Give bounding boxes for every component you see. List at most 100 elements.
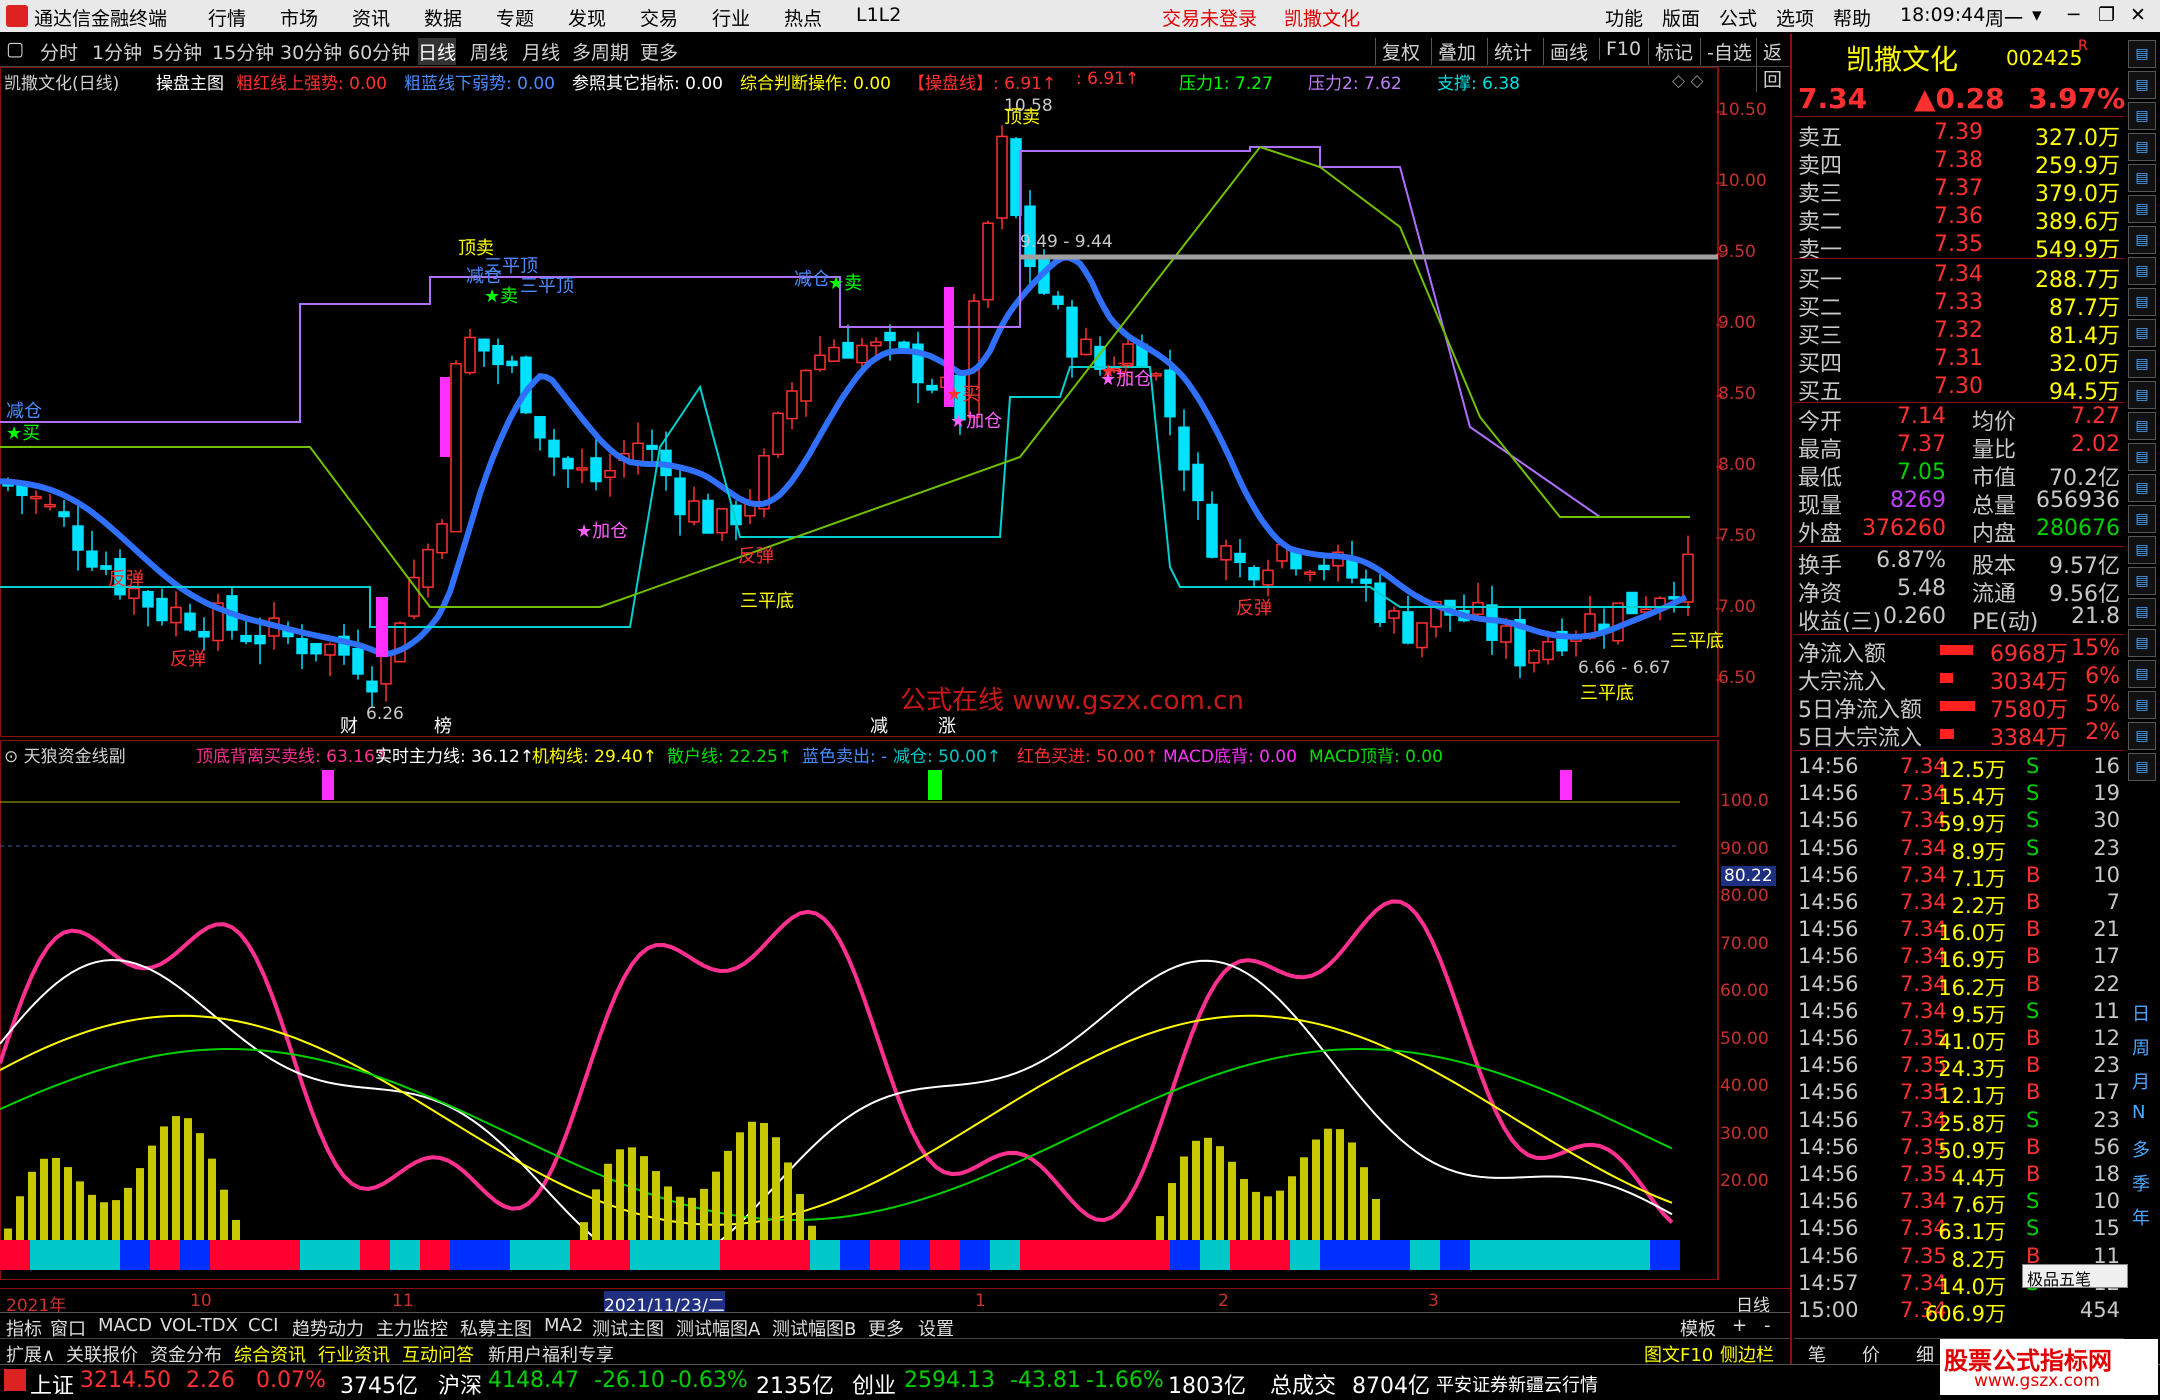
side-tool-icon[interactable]: ▤	[2128, 319, 2156, 347]
panel-collapse-icon[interactable]: ⊙	[4, 747, 24, 767]
trend-strip-cell	[1380, 1240, 1410, 1270]
bid-row[interactable]: 买五 7.30 94.5万	[1794, 374, 2124, 405]
side-tool-icon[interactable]: ▤	[2128, 474, 2156, 502]
remove-pane-button[interactable]: -	[1764, 1315, 1771, 1336]
side-tool-icon[interactable]: ▤	[2128, 288, 2156, 316]
toolbar-button[interactable]: F10	[1599, 38, 1641, 60]
menu-item[interactable]: 专题	[496, 4, 534, 31]
add-pane-button[interactable]: +	[1732, 1315, 1747, 1336]
side-tool-icon[interactable]: ▤	[2128, 381, 2156, 409]
period-tab[interactable]: 1分钟	[92, 38, 142, 65]
menu-item[interactable]: 行业	[712, 4, 750, 31]
panel-options-icon[interactable]: ◇ ◇	[1672, 71, 1704, 91]
minimize-icon[interactable]: ─	[2068, 4, 2079, 26]
index-name[interactable]: 沪深	[438, 1368, 482, 1400]
restore-icon[interactable]: ❐	[2098, 4, 2115, 26]
period-shortcut[interactable]: 日	[2132, 1000, 2150, 1026]
indicator-tab[interactable]: VOL-TDX	[160, 1315, 238, 1336]
main-chart-panel[interactable]: 10.58 6.26 9.49 - 9.44 6.66 - 6.67 公式在线 www.…	[0, 67, 1790, 737]
side-tool-icon[interactable]: ▤	[2128, 598, 2156, 626]
chart-mode-icon[interactable]: ▢	[6, 38, 24, 60]
period-tab[interactable]: 15分钟	[212, 38, 274, 65]
bid-row[interactable]: 买一 7.34 288.7万	[1794, 262, 2124, 293]
side-tool-icon[interactable]: ▤	[2128, 195, 2156, 223]
menu-item[interactable]: 选项	[1776, 4, 1814, 31]
menu-item[interactable]: L1L2	[856, 4, 901, 26]
side-tool-icon[interactable]: ▤	[2128, 133, 2156, 161]
index-amount: 3745亿	[340, 1374, 418, 1399]
period-tab[interactable]: 多周期	[572, 38, 629, 65]
ask-row[interactable]: 卖一 7.35 549.9万	[1794, 232, 2124, 263]
menu-item[interactable]: 市场	[280, 4, 318, 31]
ask-row[interactable]: 卖三 7.37 379.0万	[1794, 176, 2124, 207]
volume-bar	[76, 1181, 84, 1240]
side-tool-icon[interactable]: ▤	[2128, 629, 2156, 657]
bid-row[interactable]: 买二 7.33 87.7万	[1794, 290, 2124, 321]
period-shortcut[interactable]: 年	[2132, 1204, 2150, 1230]
period-shortcut[interactable]: 多	[2132, 1136, 2150, 1162]
side-tool-icon[interactable]: ▤	[2128, 164, 2156, 192]
period-tab[interactable]: 30分钟	[280, 38, 342, 65]
period-shortcut[interactable]: 周	[2132, 1034, 2150, 1060]
main-candlestick-chart[interactable]: 10.586.269.49 - 9.446.66 - 6.67公式在线 www.…	[0, 67, 1790, 737]
toolbar-button[interactable]: 画线	[1543, 38, 1588, 65]
menu-item[interactable]: 行情	[208, 4, 246, 31]
sub-chart-panel[interactable]: ⊙ 天狼资金线副 顶底背离买卖线: 63.16↑ 实时主力线: 36.12↑ 机构线…	[0, 740, 1790, 1280]
login-status[interactable]: 交易未登录	[1162, 4, 1257, 31]
period-tab[interactable]: 月线	[522, 38, 560, 65]
menu-item[interactable]: 帮助	[1833, 4, 1871, 31]
period-tab-active[interactable]: 日线	[418, 38, 457, 65]
ask-row[interactable]: 卖二 7.36 389.6万	[1794, 204, 2124, 235]
index-name[interactable]: 创业	[852, 1368, 896, 1400]
toolbar-button[interactable]: -自选	[1700, 38, 1752, 65]
indicator-chart[interactable]	[0, 740, 1790, 1280]
indicator-tab[interactable]: CCI	[248, 1315, 278, 1336]
menu-item[interactable]: 资讯	[352, 4, 390, 31]
menu-item[interactable]: 版面	[1662, 4, 1700, 31]
period-tab[interactable]: 5分钟	[152, 38, 202, 65]
side-tool-icon[interactable]: ▤	[2128, 350, 2156, 378]
period-shortcut[interactable]: 季	[2132, 1170, 2150, 1196]
side-tool-icon[interactable]: ▤	[2128, 567, 2156, 595]
side-tool-icon[interactable]: ▤	[2128, 660, 2156, 688]
bid-row[interactable]: 买三 7.32 81.4万	[1794, 318, 2124, 349]
menu-dropdown-icon[interactable]: ▾	[2032, 4, 2042, 26]
side-tool-icon[interactable]: ▤	[2128, 226, 2156, 254]
bid-row[interactable]: 买四 7.31 32.0万	[1794, 346, 2124, 377]
toolbar-button[interactable]: 叠加	[1431, 38, 1476, 65]
period-tab[interactable]: 分时	[40, 38, 78, 65]
side-tool-icon[interactable]: ▤	[2128, 71, 2156, 99]
period-shortcut[interactable]: 月	[2132, 1068, 2150, 1094]
main-formula[interactable]: 操盘主图	[156, 69, 224, 94]
menu-item[interactable]: 功能	[1605, 4, 1643, 31]
toolbar-button[interactable]: 标记	[1648, 38, 1693, 65]
menu-item[interactable]: 热点	[784, 4, 822, 31]
side-tool-icon[interactable]: ▤	[2128, 753, 2156, 781]
side-tool-icon[interactable]: ▤	[2128, 691, 2156, 719]
ask-row[interactable]: 卖四 7.38 259.9万	[1794, 148, 2124, 179]
side-tool-icon[interactable]: ▤	[2128, 536, 2156, 564]
side-tool-icon[interactable]: ▤	[2128, 443, 2156, 471]
toolbar-button[interactable]: 复权	[1375, 38, 1420, 65]
indicator-tab[interactable]: MA2	[544, 1315, 583, 1336]
menu-item[interactable]: 交易	[640, 4, 678, 31]
period-tab[interactable]: 更多	[640, 38, 678, 65]
indicator-tab[interactable]: MACD	[98, 1315, 152, 1336]
side-tool-icon[interactable]: ▤	[2128, 257, 2156, 285]
ask-row[interactable]: 卖五 7.39 327.0万	[1794, 120, 2124, 151]
toolbar-button[interactable]: 统计	[1487, 38, 1532, 65]
side-tool-icon[interactable]: ▤	[2128, 505, 2156, 533]
side-tool-icon[interactable]: ▤	[2128, 722, 2156, 750]
side-tool-icon[interactable]: ▤	[2128, 40, 2156, 68]
ime-popup[interactable]: 极品五笔	[2022, 1264, 2128, 1289]
side-tool-icon[interactable]: ▤	[2128, 412, 2156, 440]
close-icon[interactable]: ✕	[2130, 4, 2146, 26]
menu-item[interactable]: 发现	[568, 4, 606, 31]
menu-item[interactable]: 数据	[424, 4, 462, 31]
period-shortcut[interactable]: N	[2132, 1102, 2145, 1123]
menu-item[interactable]: 公式	[1719, 4, 1757, 31]
period-tab[interactable]: 60分钟	[348, 38, 410, 65]
period-tab[interactable]: 周线	[470, 38, 508, 65]
index-name[interactable]: 上证	[30, 1368, 74, 1400]
side-tool-icon[interactable]: ▤	[2128, 102, 2156, 130]
